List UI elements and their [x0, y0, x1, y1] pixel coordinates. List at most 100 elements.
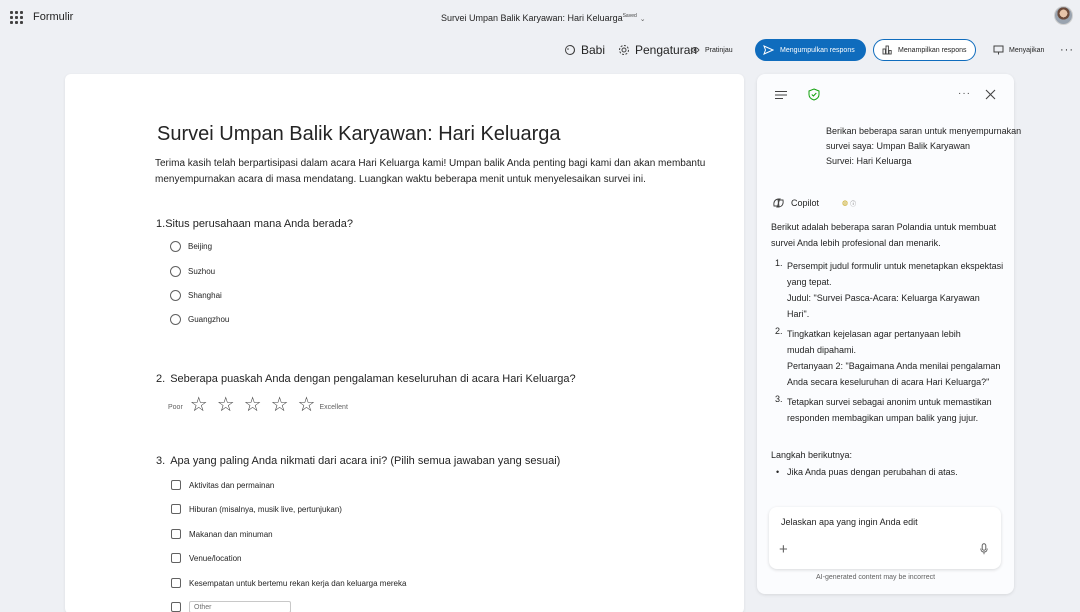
question-2-title[interactable]: 2. Seberapa puaskah Anda dengan pengalama…	[156, 373, 576, 385]
theme-icon	[565, 45, 575, 55]
checkbox[interactable]	[171, 602, 181, 612]
form-description[interactable]: Terima kasih telah berpartisipasi dalam …	[155, 156, 744, 188]
copilot-prompt-box[interactable]: Jelaskan apa yang ingin Anda edit +	[769, 507, 1001, 569]
chart-icon	[882, 45, 892, 55]
avatar[interactable]	[1054, 6, 1073, 25]
checkbox[interactable]	[171, 480, 181, 490]
preview-button[interactable]: Pratinjau	[690, 38, 733, 62]
question-number: 1.	[156, 218, 166, 230]
suggestion-line: responden membagikan umpan balik yang ju…	[787, 413, 979, 423]
form-description-line: Terima kasih telah berpartisipasi dalam …	[155, 158, 706, 169]
document-title-text: Survei Umpan Balik Karyawan: Hari Keluar…	[441, 13, 623, 23]
question-text: Apa yang paling Anda nikmati dari acara …	[170, 455, 561, 467]
babi-button[interactable]: Babi	[564, 38, 605, 62]
info-icon[interactable]: ⓘ	[850, 199, 856, 208]
suggestion-line: Judul: "Survei Pasca-Acara: Keluarga Kar…	[787, 293, 980, 303]
ai-disclaimer: AI-generated content may be incorrect	[816, 574, 936, 581]
option-label: Beijing	[188, 242, 213, 251]
shield-icon	[808, 88, 820, 101]
present-label: Menyajikan	[1009, 46, 1045, 54]
star-icon[interactable]: ☆	[298, 395, 316, 415]
microphone-icon[interactable]	[980, 543, 988, 555]
option-label: Suzhou	[188, 267, 216, 276]
close-icon[interactable]	[985, 89, 996, 100]
radio-option[interactable]: Suzhou	[170, 266, 215, 277]
more-options-icon[interactable]: ···	[958, 88, 971, 99]
suggestion-number: 2.	[775, 326, 783, 336]
chevron-down-icon[interactable]: ⌄	[640, 16, 646, 23]
copilot-header: Copilot ◍ ⓘ	[772, 197, 856, 209]
suggestion-line: Hari".	[787, 309, 810, 319]
radio-option[interactable]: Guangzhou	[170, 314, 229, 325]
app-name[interactable]: Formulir	[33, 11, 73, 23]
preview-label: Pratinjau	[705, 46, 733, 54]
question-1-title[interactable]: 1.Situs perusahaan mana Anda berada?	[156, 218, 353, 230]
checkbox[interactable]	[171, 529, 181, 539]
show-responses-button[interactable]: Menampilkan respons	[873, 39, 976, 61]
menu-icon[interactable]	[775, 90, 787, 100]
suggestion-line: mudah dipahami.	[787, 345, 857, 355]
prompt-input[interactable]: Jelaskan apa yang ingin Anda edit	[781, 517, 918, 527]
add-icon[interactable]: +	[779, 541, 788, 558]
suggestion-line: Tetapkan survei sebagai anonim untuk mem…	[787, 397, 992, 407]
option-label: Hiburan (misalnya, musik live, pertunjuk…	[189, 504, 342, 514]
checkbox[interactable]	[171, 553, 181, 563]
checkbox[interactable]	[171, 578, 181, 588]
document-title[interactable]: Survei Umpan Balik Karyawan: Hari Keluar…	[441, 13, 646, 23]
suggestion-line: yang tepat.	[787, 277, 832, 287]
rating-low-label: Poor	[168, 403, 183, 411]
next-steps-title: Langkah berikutnya:	[771, 450, 853, 460]
question-number: 2.	[156, 373, 166, 385]
feedback-icon[interactable]: ◍	[842, 199, 848, 207]
copilot-name: Copilot	[791, 198, 820, 208]
radio-option[interactable]: Beijing	[170, 241, 212, 252]
collect-responses-button[interactable]: Mengumpulkan respons	[755, 39, 866, 61]
saved-status: Saved	[622, 13, 637, 19]
radio-button[interactable]	[170, 314, 181, 325]
question-text: Situs perusahaan mana Anda berada?	[165, 218, 353, 230]
suggestion-line: Persempit judul formulir untuk menetapka…	[787, 261, 1004, 271]
copilot-intro-line: Berikut adalah beberapa saran Polandia u…	[771, 222, 997, 232]
form-title[interactable]: Survei Umpan Balik Karyawan: Hari Keluar…	[157, 123, 561, 146]
form-canvas: Survei Umpan Balik Karyawan: Hari Keluar…	[65, 74, 744, 612]
next-steps-text: Jika Anda puas dengan perubahan di atas.	[787, 467, 958, 477]
radio-button[interactable]	[170, 241, 181, 252]
user-message: Berikan beberapa saran untuk menyempurna…	[826, 124, 1021, 169]
send-icon	[763, 45, 774, 55]
user-message-line: Survei: Hari Keluarga	[826, 156, 912, 166]
question-number: 3.	[156, 455, 166, 467]
collect-responses-label: Mengumpulkan respons	[780, 46, 855, 54]
suggestion-line: Pertanyaan 2: "Bagaimana Anda menilai pe…	[787, 361, 1001, 371]
checkbox-option[interactable]: Aktivitas dan permainan	[171, 480, 274, 490]
checkbox[interactable]	[171, 504, 181, 514]
radio-button[interactable]	[170, 290, 181, 301]
checkbox-option[interactable]: Hiburan (misalnya, musik live, pertunjuk…	[171, 504, 342, 514]
toolbar: Babi Pengaturan Pratinjau Mengumpulkan r…	[0, 38, 1080, 62]
app-launcher-icon[interactable]	[10, 11, 23, 24]
radio-option[interactable]: Shanghai	[170, 290, 222, 301]
checkbox-option[interactable]: Makanan dan minuman	[171, 529, 273, 539]
user-message-line: Berikan beberapa saran untuk menyempurna…	[826, 126, 1022, 136]
other-input[interactable]: Other	[189, 601, 291, 612]
more-options-icon[interactable]: ···	[1060, 38, 1074, 62]
next-steps-item: Jika Anda puas dengan perubahan di atas.	[776, 467, 958, 477]
star-icon[interactable]: ☆	[217, 395, 235, 415]
form-description-line: menyempurnakan acara di masa mendatang. …	[155, 174, 646, 185]
question-3-title[interactable]: 3. Apa yang paling Anda nikmati dari acar…	[156, 455, 560, 467]
star-icon[interactable]: ☆	[271, 395, 289, 415]
star-icon[interactable]: ☆	[244, 395, 262, 415]
settings-button[interactable]: Pengaturan	[618, 38, 697, 62]
copilot-intro: Berikut adalah beberapa saran Polandia u…	[771, 219, 996, 251]
star-icon[interactable]: ☆	[190, 395, 208, 415]
top-bar: Formulir Survei Umpan Balik Karyawan: Ha…	[0, 0, 1080, 36]
suggestion-line: Tingkatkan kejelasan agar pertanyaan leb…	[787, 329, 961, 339]
checkbox-option-other[interactable]: Other	[171, 601, 291, 612]
radio-button[interactable]	[170, 266, 181, 277]
eye-icon	[690, 47, 700, 53]
settings-label: Pengaturan	[635, 43, 698, 57]
checkbox-option[interactable]: Kesempatan untuk bertemu rekan kerja dan…	[171, 578, 406, 588]
option-label: Venue/location	[189, 553, 242, 563]
option-label: Makanan dan minuman	[189, 529, 273, 539]
present-button[interactable]: Menyajikan	[993, 38, 1044, 62]
checkbox-option[interactable]: Venue/location	[171, 553, 242, 563]
